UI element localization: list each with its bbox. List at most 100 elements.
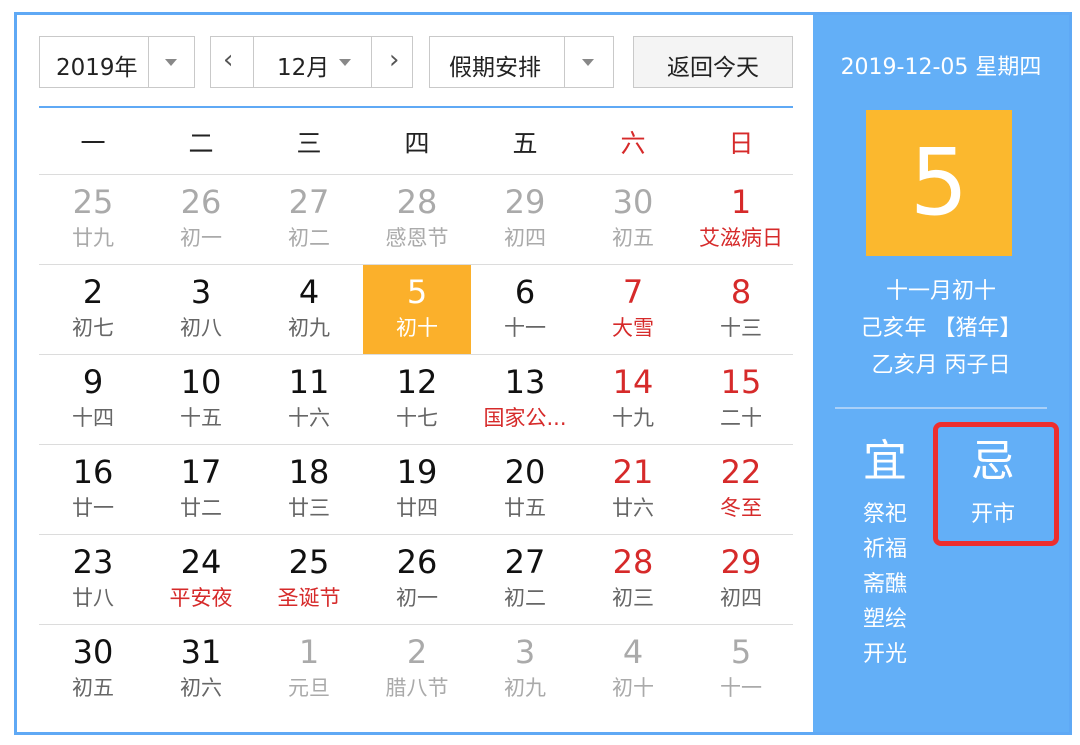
suitable-item: 开光 — [862, 642, 907, 667]
day-cell[interactable]: 26 初一 — [147, 175, 255, 264]
lunar-label: 初五 — [612, 226, 654, 250]
day-cell[interactable]: 17 廿二 — [147, 445, 255, 534]
day-cell[interactable]: 3 初八 — [147, 265, 255, 354]
day-cell[interactable]: 30 初五 — [579, 175, 687, 264]
weekday-header: 一二三四五六日 — [39, 108, 793, 174]
day-cell[interactable]: 21 廿六 — [579, 445, 687, 534]
day-cell[interactable]: 27 初二 — [255, 175, 363, 264]
day-number: 2 — [406, 633, 428, 671]
day-cell[interactable]: 1 元旦 — [255, 625, 363, 714]
lunar-label: 初三 — [612, 586, 654, 610]
suitable-title: 宜 — [863, 436, 907, 487]
lunar-label: 十三 — [720, 316, 762, 340]
day-cell[interactable]: 23 廿八 — [39, 535, 147, 624]
day-cell[interactable]: 28 初三 — [579, 535, 687, 624]
day-cell[interactable]: 10 十五 — [147, 355, 255, 444]
day-cell[interactable]: 7 大雪 — [579, 265, 687, 354]
day-number: 24 — [180, 543, 222, 581]
lunar-label: 初一 — [180, 226, 222, 250]
day-number: 1 — [298, 633, 320, 671]
lunar-label: 初十 — [612, 676, 654, 700]
year-select[interactable]: 2019年 — [39, 36, 195, 88]
panel-divider — [835, 407, 1047, 409]
day-cell[interactable]: 26 初一 — [363, 535, 471, 624]
lunar-label: 廿五 — [504, 496, 546, 520]
day-cell[interactable]: 31 初六 — [147, 625, 255, 714]
suitable-item: 祭祀 — [862, 502, 907, 527]
day-cell[interactable]: 6 十一 — [471, 265, 579, 354]
day-cell[interactable]: 29 初四 — [471, 175, 579, 264]
day-number: 10 — [180, 363, 222, 401]
day-cell[interactable]: 3 初九 — [471, 625, 579, 714]
day-number: 30 — [72, 633, 114, 671]
day-cell[interactable]: 30 初五 — [39, 625, 147, 714]
lunar-label: 初六 — [180, 676, 222, 700]
calendar-toolbar: 2019年 ‹ 12月 › 假期安排 返回今天 — [39, 36, 793, 88]
lunar-label: 初四 — [720, 586, 762, 610]
lunar-label: 元旦 — [288, 676, 330, 700]
selected-date-label: 2019-12-05 星期四 — [840, 55, 1042, 80]
lunar-label: 廿三 — [288, 496, 330, 520]
day-cell[interactable]: 4 初十 — [579, 625, 687, 714]
weekday-label: 二 — [188, 129, 214, 158]
next-month-icon[interactable]: › — [389, 45, 399, 75]
day-cell[interactable]: 13 国家公... — [471, 355, 579, 444]
day-cell[interactable]: 24 平安夜 — [147, 535, 255, 624]
day-number: 30 — [612, 183, 654, 221]
day-number: 4 — [622, 633, 644, 671]
day-cell[interactable]: 4 初九 — [255, 265, 363, 354]
day-number: 8 — [730, 273, 752, 311]
week-row: 2 初七 3 初八 4 初九 5 初十 6 十一 7 大雪 8 十三 — [39, 264, 793, 354]
day-grid: 25 廿九 26 初一 27 初二 28 感恩节 29 初四 30 初五 1 艾滋病日 2 初七 3 初八 4 初九 5… — [39, 174, 793, 714]
day-cell[interactable]: 19 廿四 — [363, 445, 471, 534]
day-cell[interactable]: 20 廿五 — [471, 445, 579, 534]
day-cell[interactable]: 16 廿一 — [39, 445, 147, 534]
day-cell[interactable]: 12 十七 — [363, 355, 471, 444]
day-cell[interactable]: 25 圣诞节 — [255, 535, 363, 624]
lunar-label: 廿二 — [180, 496, 222, 520]
day-cell[interactable]: 5 十一 — [687, 625, 795, 714]
back-to-today-button[interactable]: 返回今天 — [633, 36, 793, 88]
suitable-item: 塑绘 — [862, 607, 907, 632]
lunar-label: 圣诞节 — [277, 586, 341, 610]
chevron-down-icon[interactable] — [582, 59, 594, 66]
day-cell[interactable]: 28 感恩节 — [363, 175, 471, 264]
holiday-select[interactable]: 假期安排 — [429, 36, 614, 88]
day-cell[interactable]: 9 十四 — [39, 355, 147, 444]
day-cell[interactable]: 8 十三 — [687, 265, 795, 354]
day-cell[interactable]: 22 冬至 — [687, 445, 795, 534]
day-cell[interactable]: 11 十六 — [255, 355, 363, 444]
day-cell-selected[interactable]: 5 初十 — [363, 265, 471, 354]
day-cell[interactable]: 2 腊八节 — [363, 625, 471, 714]
chevron-down-icon[interactable] — [339, 59, 351, 66]
month-select: ‹ 12月 › — [210, 36, 413, 88]
day-cell[interactable]: 1 艾滋病日 — [687, 175, 795, 264]
prev-month-icon[interactable]: ‹ — [223, 45, 233, 75]
holiday-label: 假期安排 — [449, 55, 541, 81]
lunar-label: 腊八节 — [385, 676, 449, 700]
chevron-down-icon[interactable] — [165, 59, 177, 66]
day-cell[interactable]: 25 廿九 — [39, 175, 147, 264]
day-cell[interactable]: 2 初七 — [39, 265, 147, 354]
day-number: 28 — [396, 183, 438, 221]
lunar-label: 十九 — [612, 406, 654, 430]
day-cell[interactable]: 29 初四 — [687, 535, 795, 624]
lunar-label: 初九 — [288, 316, 330, 340]
day-number: 26 — [180, 183, 222, 221]
day-cell[interactable]: 14 十九 — [579, 355, 687, 444]
day-number: 17 — [180, 453, 222, 491]
year-label: 2019年 — [56, 55, 138, 81]
lunar-label: 平安夜 — [169, 586, 233, 610]
day-cell[interactable]: 27 初二 — [471, 535, 579, 624]
day-cell[interactable]: 15 二十 — [687, 355, 795, 444]
lunar-date: 十一月初十 — [885, 279, 996, 304]
suitable-list: 祭祀 祈福 斋醮 塑绘 开光 — [845, 497, 925, 672]
week-row: 25 廿九 26 初一 27 初二 28 感恩节 29 初四 30 初五 1 艾滋病日 — [39, 174, 793, 264]
lunar-label: 十七 — [396, 406, 438, 430]
day-number: 29 — [504, 183, 546, 221]
month-label[interactable]: 12月 — [277, 48, 329, 82]
calendar-widget: 2019年 ‹ 12月 › 假期安排 返回今天 一二三四五 六 日 25 廿九 … — [14, 12, 1072, 735]
day-cell[interactable]: 18 廿三 — [255, 445, 363, 534]
lunar-label: 初五 — [72, 676, 114, 700]
lunar-info: 十一月初十 己亥年 【猪年】 乙亥月 丙子日 — [813, 273, 1069, 384]
